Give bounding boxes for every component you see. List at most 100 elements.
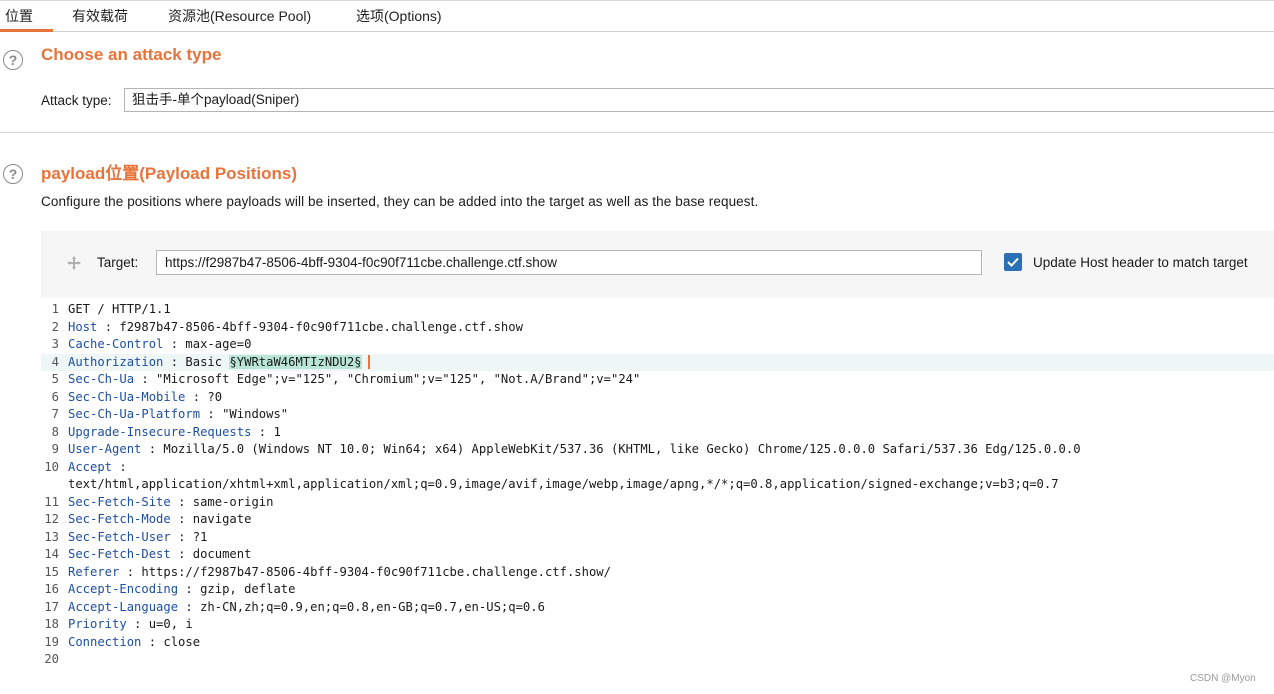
header-value: : f2987b47-8506-4bff-9304-f0c90f711cbe.c… bbox=[97, 319, 523, 334]
header-name: Sec-Ch-Ua-Platform bbox=[68, 407, 201, 421]
header-name: Upgrade-Insecure-Requests bbox=[68, 424, 252, 439]
line-number: 20 bbox=[44, 652, 59, 666]
header-value: : navigate bbox=[170, 512, 252, 526]
request-line[interactable]: 18 Priority : u=0, i bbox=[41, 616, 1274, 634]
target-input[interactable]: https://f2987b47-8506-4bff-9304-f0c90f71… bbox=[156, 250, 982, 275]
request-line[interactable]: 2 Host : f2987b47-8506-4bff-9304-f0c90f71… bbox=[41, 319, 1274, 337]
section-divider bbox=[0, 132, 1274, 133]
header-value: GET / HTTP/1.1 bbox=[68, 302, 171, 316]
watermark: CSDN @Myon⁠ bbox=[1190, 673, 1256, 684]
help-icon[interactable]: ? bbox=[3, 50, 23, 70]
request-line[interactable]: 11 Sec-Fetch-Site : same-origin bbox=[41, 494, 1274, 512]
tab-options[interactable]: 选项(Options) bbox=[356, 1, 442, 32]
header-value: : "Windows" bbox=[200, 407, 289, 421]
header-name: Cache-Control bbox=[68, 337, 164, 351]
request-line[interactable]: 8 Upgrade-Insecure-Requests : 1 bbox=[41, 424, 1274, 442]
request-line[interactable]: 7 Sec-Ch-Ua-Platform : "Windows" bbox=[41, 406, 1274, 424]
line-number: 11 bbox=[44, 494, 59, 509]
header-value: : document bbox=[170, 547, 252, 561]
line-number: 5 bbox=[51, 372, 59, 386]
update-host-label: Update Host header to match target bbox=[1033, 255, 1248, 270]
line-number: 9 bbox=[51, 442, 59, 456]
header-name: Accept bbox=[68, 459, 113, 474]
line-number: 7 bbox=[51, 407, 59, 421]
request-line[interactable]: 12 Sec-Fetch-Mode : navigate bbox=[41, 511, 1274, 529]
request-line[interactable]: 4 Authorization : Basic §YWRtaW46MTIzNDU2… bbox=[41, 353, 1274, 371]
header-value: : same-origin bbox=[170, 494, 274, 509]
header-name: Host bbox=[68, 319, 98, 334]
request-line[interactable]: text/html,application/xhtml+xml,applicat… bbox=[41, 476, 1274, 494]
line-number: 15 bbox=[44, 564, 59, 579]
header-name: Connection bbox=[68, 634, 142, 649]
move-icon[interactable] bbox=[66, 255, 82, 271]
attack-type-select[interactable]: 狙击手-单个payload(Sniper) bbox=[124, 88, 1274, 112]
line-number: 3 bbox=[51, 337, 59, 351]
tab-resource-pool[interactable]: 资源池(Resource Pool) bbox=[168, 1, 311, 32]
line-number: 13 bbox=[44, 529, 59, 544]
text-caret bbox=[367, 355, 370, 369]
header-value: : "Microsoft Edge";v="125", "Chromium";v… bbox=[134, 372, 641, 386]
request-line[interactable]: 16 Accept-Encoding : gzip, deflate bbox=[41, 581, 1274, 599]
line-number: 19 bbox=[44, 634, 59, 649]
payload-positions-description: Configure the positions where payloads w… bbox=[41, 194, 759, 209]
header-value: : Mozilla/5.0 (Windows NT 10.0; Win64; x… bbox=[141, 442, 1081, 456]
header-name: Accept-Encoding bbox=[68, 582, 179, 596]
header-name: Sec-Fetch-Dest bbox=[68, 547, 171, 561]
request-line[interactable]: 14 Sec-Fetch-Dest : document bbox=[41, 546, 1274, 564]
line-number: 18 bbox=[44, 617, 59, 631]
request-line[interactable]: 10 Accept : bbox=[41, 459, 1274, 477]
payload-position-marker[interactable]: §YWRtaW46MTIzNDU2§ bbox=[229, 354, 362, 369]
header-value: : gzip, deflate bbox=[178, 582, 296, 596]
request-line[interactable]: 17 Accept-Language : zh-CN,zh;q=0.9,en;q=… bbox=[41, 599, 1274, 617]
header-name: Sec-Ch-Ua-Mobile bbox=[68, 389, 186, 404]
attack-type-label: Attack type: bbox=[41, 93, 112, 108]
request-line[interactable]: 6 Sec-Ch-Ua-Mobile : ?0 bbox=[41, 389, 1274, 407]
header-value: text/html,application/xhtml+xml,applicat… bbox=[68, 477, 1059, 491]
header-value: : close bbox=[141, 634, 201, 649]
header-name: Sec-Ch-Ua bbox=[68, 372, 135, 386]
header-value: : u=0, i bbox=[126, 617, 193, 631]
header-value: : zh-CN,zh;q=0.9,en;q=0.8,en-GB;q=0.7,en… bbox=[178, 599, 545, 614]
header-value: : max-age=0 bbox=[163, 337, 252, 351]
header-name: User-Agent bbox=[68, 442, 142, 456]
header-name: Sec-Fetch-Mode bbox=[68, 512, 171, 526]
request-line[interactable]: 3 Cache-Control : max-age=0 bbox=[41, 336, 1274, 354]
header-value: : ?0 bbox=[185, 389, 223, 404]
tab-bar: 位置 有效载荷 资源池(Resource Pool) 选项(Options) bbox=[0, 0, 1274, 32]
request-line[interactable]: 20 bbox=[41, 651, 1274, 669]
header-value: : Basic bbox=[163, 354, 230, 369]
header-name: Sec-Fetch-User bbox=[68, 529, 171, 544]
line-number: 14 bbox=[44, 547, 59, 561]
header-name: Sec-Fetch-Site bbox=[68, 494, 171, 509]
line-number: 1 bbox=[51, 302, 59, 316]
line-number: 4 bbox=[51, 354, 59, 369]
line-number: 16 bbox=[44, 582, 59, 596]
request-editor[interactable]: 1 GET / HTTP/1.1 2 Host : f2987b47-8506-4bf… bbox=[41, 298, 1274, 694]
payload-positions-title: payload位置(Payload Positions) bbox=[41, 164, 297, 183]
line-number: 10 bbox=[44, 459, 59, 474]
header-value: : 1 bbox=[251, 424, 281, 439]
line-number: 6 bbox=[51, 389, 59, 404]
header-value: : https://f2987b47-8506-4bff-9304-f0c90f… bbox=[119, 564, 611, 579]
header-value: : ?1 bbox=[170, 529, 208, 544]
line-number: 2 bbox=[51, 319, 59, 334]
help-icon[interactable]: ? bbox=[3, 164, 23, 184]
target-label: Target: bbox=[97, 255, 139, 270]
request-line[interactable]: 13 Sec-Fetch-User : ?1 bbox=[41, 529, 1274, 547]
tab-positions[interactable]: 位置 bbox=[0, 1, 53, 32]
line-number: 17 bbox=[44, 599, 59, 614]
header-value: : bbox=[112, 459, 127, 474]
request-line[interactable]: 5 Sec-Ch-Ua : "Microsoft Edge";v="125", "… bbox=[41, 371, 1274, 389]
attack-type-title: Choose an attack type bbox=[41, 45, 222, 64]
header-name: Referer bbox=[68, 564, 120, 579]
update-host-checkbox[interactable] bbox=[1004, 253, 1022, 271]
tab-payloads[interactable]: 有效载荷 bbox=[72, 1, 128, 32]
request-line[interactable]: 19 Connection : close bbox=[41, 634, 1274, 652]
line-number: 12 bbox=[44, 512, 59, 526]
header-name: Priority bbox=[68, 617, 127, 631]
request-line[interactable]: 9 User-Agent : Mozilla/5.0 (Windows NT 10… bbox=[41, 441, 1274, 459]
request-line[interactable]: 15 Referer : https://f2987b47-8506-4bff-9… bbox=[41, 564, 1274, 582]
header-name: Authorization bbox=[68, 354, 164, 369]
request-line[interactable]: 1 GET / HTTP/1.1 bbox=[41, 301, 1274, 319]
header-name: Accept-Language bbox=[68, 599, 179, 614]
